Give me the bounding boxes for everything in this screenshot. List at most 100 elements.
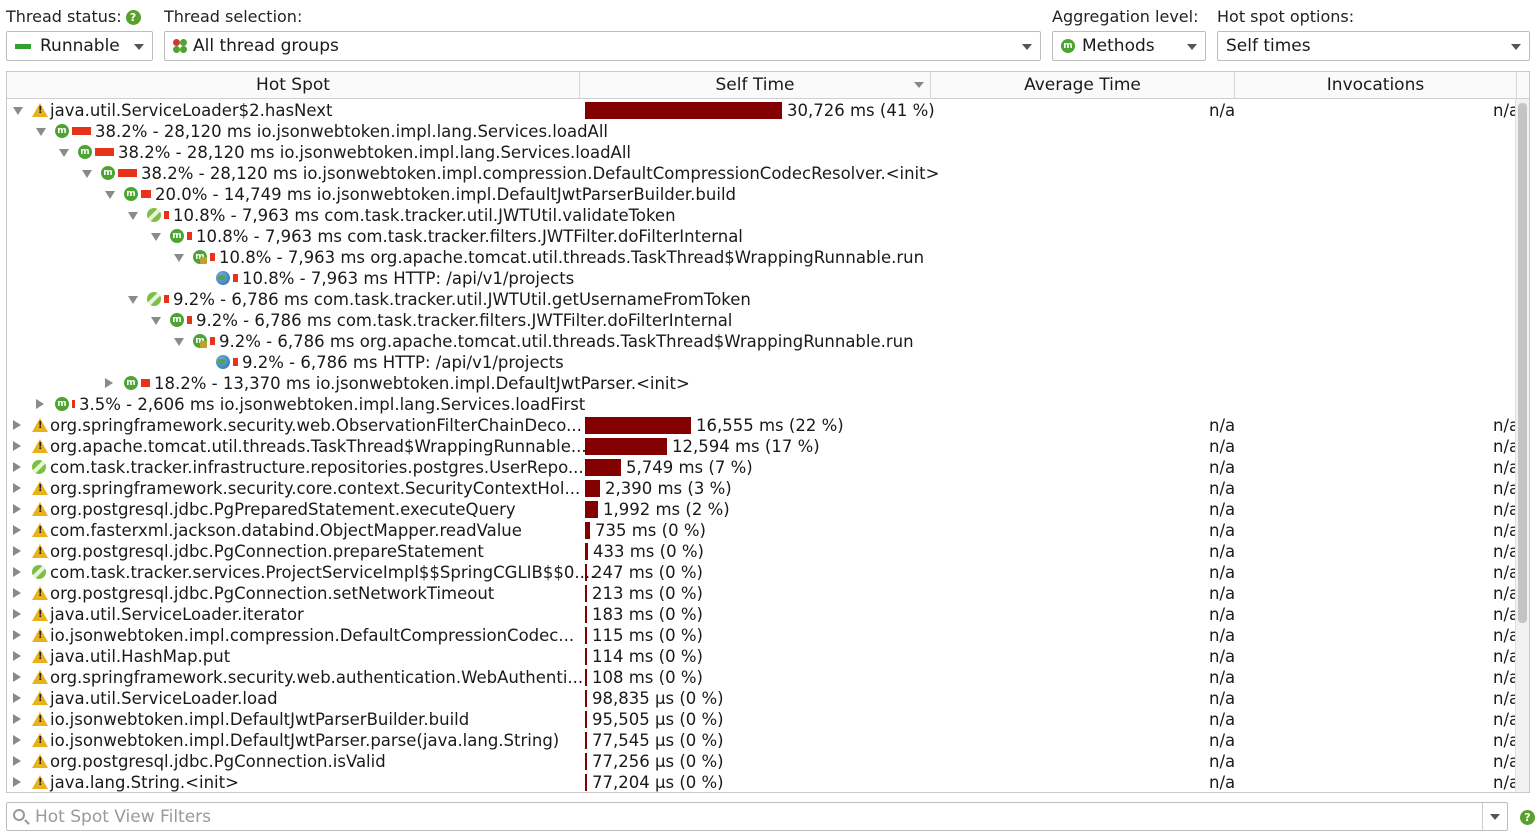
average-time-value: n/a — [1209, 479, 1236, 498]
collapse-toggle-icon[interactable] — [128, 212, 138, 220]
filter-divider — [1482, 803, 1483, 830]
table-row[interactable]: com.fasterxml.jackson.databind.ObjectMap… — [7, 520, 1529, 541]
hot-spot-label: org.postgresql.jdbc.PgConnection.prepare… — [50, 542, 484, 561]
table-row[interactable]: org.apache.tomcat.util.threads.TaskThrea… — [7, 436, 1529, 457]
collapse-toggle-icon[interactable] — [174, 254, 184, 262]
expand-toggle-icon[interactable] — [13, 672, 21, 682]
warning-icon — [32, 502, 48, 516]
collapse-toggle-icon[interactable] — [128, 296, 138, 304]
expand-toggle-icon[interactable] — [13, 483, 21, 493]
collapse-toggle-icon[interactable] — [82, 170, 92, 178]
collapse-toggle-icon[interactable] — [151, 233, 161, 241]
expand-toggle-icon[interactable] — [13, 546, 21, 556]
table-row[interactable]: org.postgresql.jdbc.PgConnection.setNetw… — [7, 583, 1529, 604]
filter-history-dropdown-icon[interactable] — [1490, 814, 1500, 820]
expand-toggle-icon[interactable] — [13, 567, 21, 577]
table-row[interactable]: m 9.2% - 6,786 ms com.task.tracker.filter… — [7, 310, 1529, 331]
scrollbar-thumb[interactable] — [1518, 103, 1527, 623]
column-header-invocations[interactable]: Invocations — [1235, 72, 1517, 99]
expand-toggle-icon[interactable] — [13, 651, 21, 661]
table-row[interactable]: m 10.8% - 7,963 ms com.task.tracker.filte… — [7, 226, 1529, 247]
column-header-self-time[interactable]: Self Time — [580, 72, 931, 99]
self-time-bar — [585, 690, 587, 707]
hot-spot-label: 18.2% - 13,370 ms io.jsonwebtoken.impl.D… — [154, 374, 690, 393]
expand-toggle-icon[interactable] — [13, 525, 21, 535]
table-row[interactable]: m 9.2% - 6,786 ms org.apache.tomcat.util.… — [7, 331, 1529, 352]
self-time-bar — [585, 564, 587, 581]
table-row[interactable]: org.postgresql.jdbc.PgPreparedStatement.… — [7, 499, 1529, 520]
table-row[interactable]: io.jsonwebtoken.impl.DefaultJwtParser.pa… — [7, 730, 1529, 751]
collapse-toggle-icon[interactable] — [59, 149, 69, 157]
table-row[interactable]: org.postgresql.jdbc.PgConnection.isValid… — [7, 751, 1529, 772]
average-time-value: n/a — [1209, 458, 1236, 477]
collapse-toggle-icon[interactable] — [174, 338, 184, 346]
hotspot-options-combo[interactable]: Self times — [1217, 31, 1530, 61]
expand-toggle-icon[interactable] — [13, 714, 21, 724]
average-time-value: n/a — [1209, 731, 1236, 750]
thread-group-icon — [173, 39, 187, 53]
hot-spot-filter-field[interactable] — [6, 802, 1508, 831]
thread-status-combo[interactable]: Runnable — [6, 31, 153, 61]
table-row[interactable]: java.util.ServiceLoader.iterator 183 ms (… — [7, 604, 1529, 625]
filter-input[interactable] — [33, 806, 1473, 827]
column-header-average-time[interactable]: Average Time — [931, 72, 1235, 99]
table-row[interactable]: java.lang.String.<init> 77,204 µs (0 %) n/… — [7, 772, 1529, 792]
self-time-value: 77,545 µs (0 %) — [592, 731, 724, 750]
method-icon: m — [101, 166, 115, 180]
table-row[interactable]: m 18.2% - 13,370 ms io.jsonwebtoken.impl.… — [7, 373, 1529, 394]
expand-toggle-icon[interactable] — [13, 441, 21, 451]
collapse-toggle-icon[interactable] — [36, 128, 46, 136]
collapse-toggle-icon[interactable] — [105, 191, 115, 199]
vertical-scrollbar[interactable] — [1515, 99, 1529, 792]
table-row[interactable]: org.springframework.security.web.Observa… — [7, 415, 1529, 436]
method-icon: m — [55, 397, 69, 411]
table-row[interactable]: org.springframework.security.core.contex… — [7, 478, 1529, 499]
expand-toggle-icon[interactable] — [13, 735, 21, 745]
table-row[interactable]: 9.2% - 6,786 ms com.task.tracker.util.JW… — [7, 289, 1529, 310]
table-row[interactable]: m 20.0% - 14,749 ms io.jsonwebtoken.impl.… — [7, 184, 1529, 205]
table-row[interactable]: m 38.2% - 28,120 ms io.jsonwebtoken.impl.… — [7, 163, 1529, 184]
collapse-toggle-icon[interactable] — [151, 317, 161, 325]
expand-toggle-icon[interactable] — [13, 693, 21, 703]
expand-toggle-icon[interactable] — [13, 588, 21, 598]
aggregation-level-combo[interactable]: m Methods — [1052, 31, 1206, 61]
expand-toggle-icon[interactable] — [13, 609, 21, 619]
table-row[interactable]: java.util.ServiceLoader$2.hasNext 30,726 … — [7, 100, 1529, 121]
help-icon[interactable]: ? — [125, 10, 141, 25]
hot-spot-label: org.apache.tomcat.util.threads.TaskThrea… — [50, 437, 592, 456]
expand-toggle-icon[interactable] — [13, 462, 21, 472]
column-header-hot-spot[interactable]: Hot Spot — [7, 72, 580, 99]
expand-toggle-icon[interactable] — [13, 756, 21, 766]
table-row[interactable]: m 10.8% - 7,963 ms org.apache.tomcat.util… — [7, 247, 1529, 268]
expand-toggle-icon[interactable] — [13, 420, 21, 430]
table-row[interactable]: io.jsonwebtoken.impl.compression.Default… — [7, 625, 1529, 646]
self-time-value: 735 ms (0 %) — [595, 521, 706, 540]
percent-bar — [210, 253, 215, 261]
expand-toggle-icon[interactable] — [13, 630, 21, 640]
table-row[interactable]: com.task.tracker.services.ProjectService… — [7, 562, 1529, 583]
table-row[interactable]: org.springframework.security.web.authent… — [7, 667, 1529, 688]
table-row[interactable]: com.task.tracker.infrastructure.reposito… — [7, 457, 1529, 478]
thread-selection-combo[interactable]: All thread groups — [164, 31, 1041, 61]
expand-toggle-icon[interactable] — [36, 399, 44, 409]
expand-toggle-icon[interactable] — [13, 504, 21, 514]
self-time-bar — [585, 417, 691, 434]
collapse-toggle-icon[interactable] — [13, 107, 23, 115]
table-row[interactable]: 9.2% - 6,786 ms HTTP: /api/v1/projects — [7, 352, 1529, 373]
expand-toggle-icon[interactable] — [13, 777, 21, 787]
table-row[interactable]: m 38.2% - 28,120 ms io.jsonwebtoken.impl.… — [7, 121, 1529, 142]
table-row[interactable]: io.jsonwebtoken.impl.DefaultJwtParserBui… — [7, 709, 1529, 730]
sort-descending-icon — [914, 82, 924, 88]
table-row[interactable]: org.postgresql.jdbc.PgConnection.prepare… — [7, 541, 1529, 562]
dropdown-arrow-icon — [1022, 44, 1032, 50]
table-row[interactable]: java.util.HashMap.put114 ms (0 %)n/an/a — [7, 646, 1529, 667]
table-row[interactable]: m 38.2% - 28,120 ms io.jsonwebtoken.impl.… — [7, 142, 1529, 163]
self-time-bar — [585, 459, 621, 476]
table-row[interactable]: 10.8% - 7,963 ms HTTP: /api/v1/projects — [7, 268, 1529, 289]
table-row[interactable]: java.util.ServiceLoader.load 98,835 µs (0… — [7, 688, 1529, 709]
table-row[interactable]: m 3.5% - 2,606 ms io.jsonwebtoken.impl.la… — [7, 394, 1529, 415]
average-time-value: n/a — [1209, 563, 1236, 582]
expand-toggle-icon[interactable] — [105, 378, 113, 388]
table-row[interactable]: 10.8% - 7,963 ms com.task.tracker.util.J… — [7, 205, 1529, 226]
filter-help-icon[interactable]: ? — [1520, 810, 1535, 825]
